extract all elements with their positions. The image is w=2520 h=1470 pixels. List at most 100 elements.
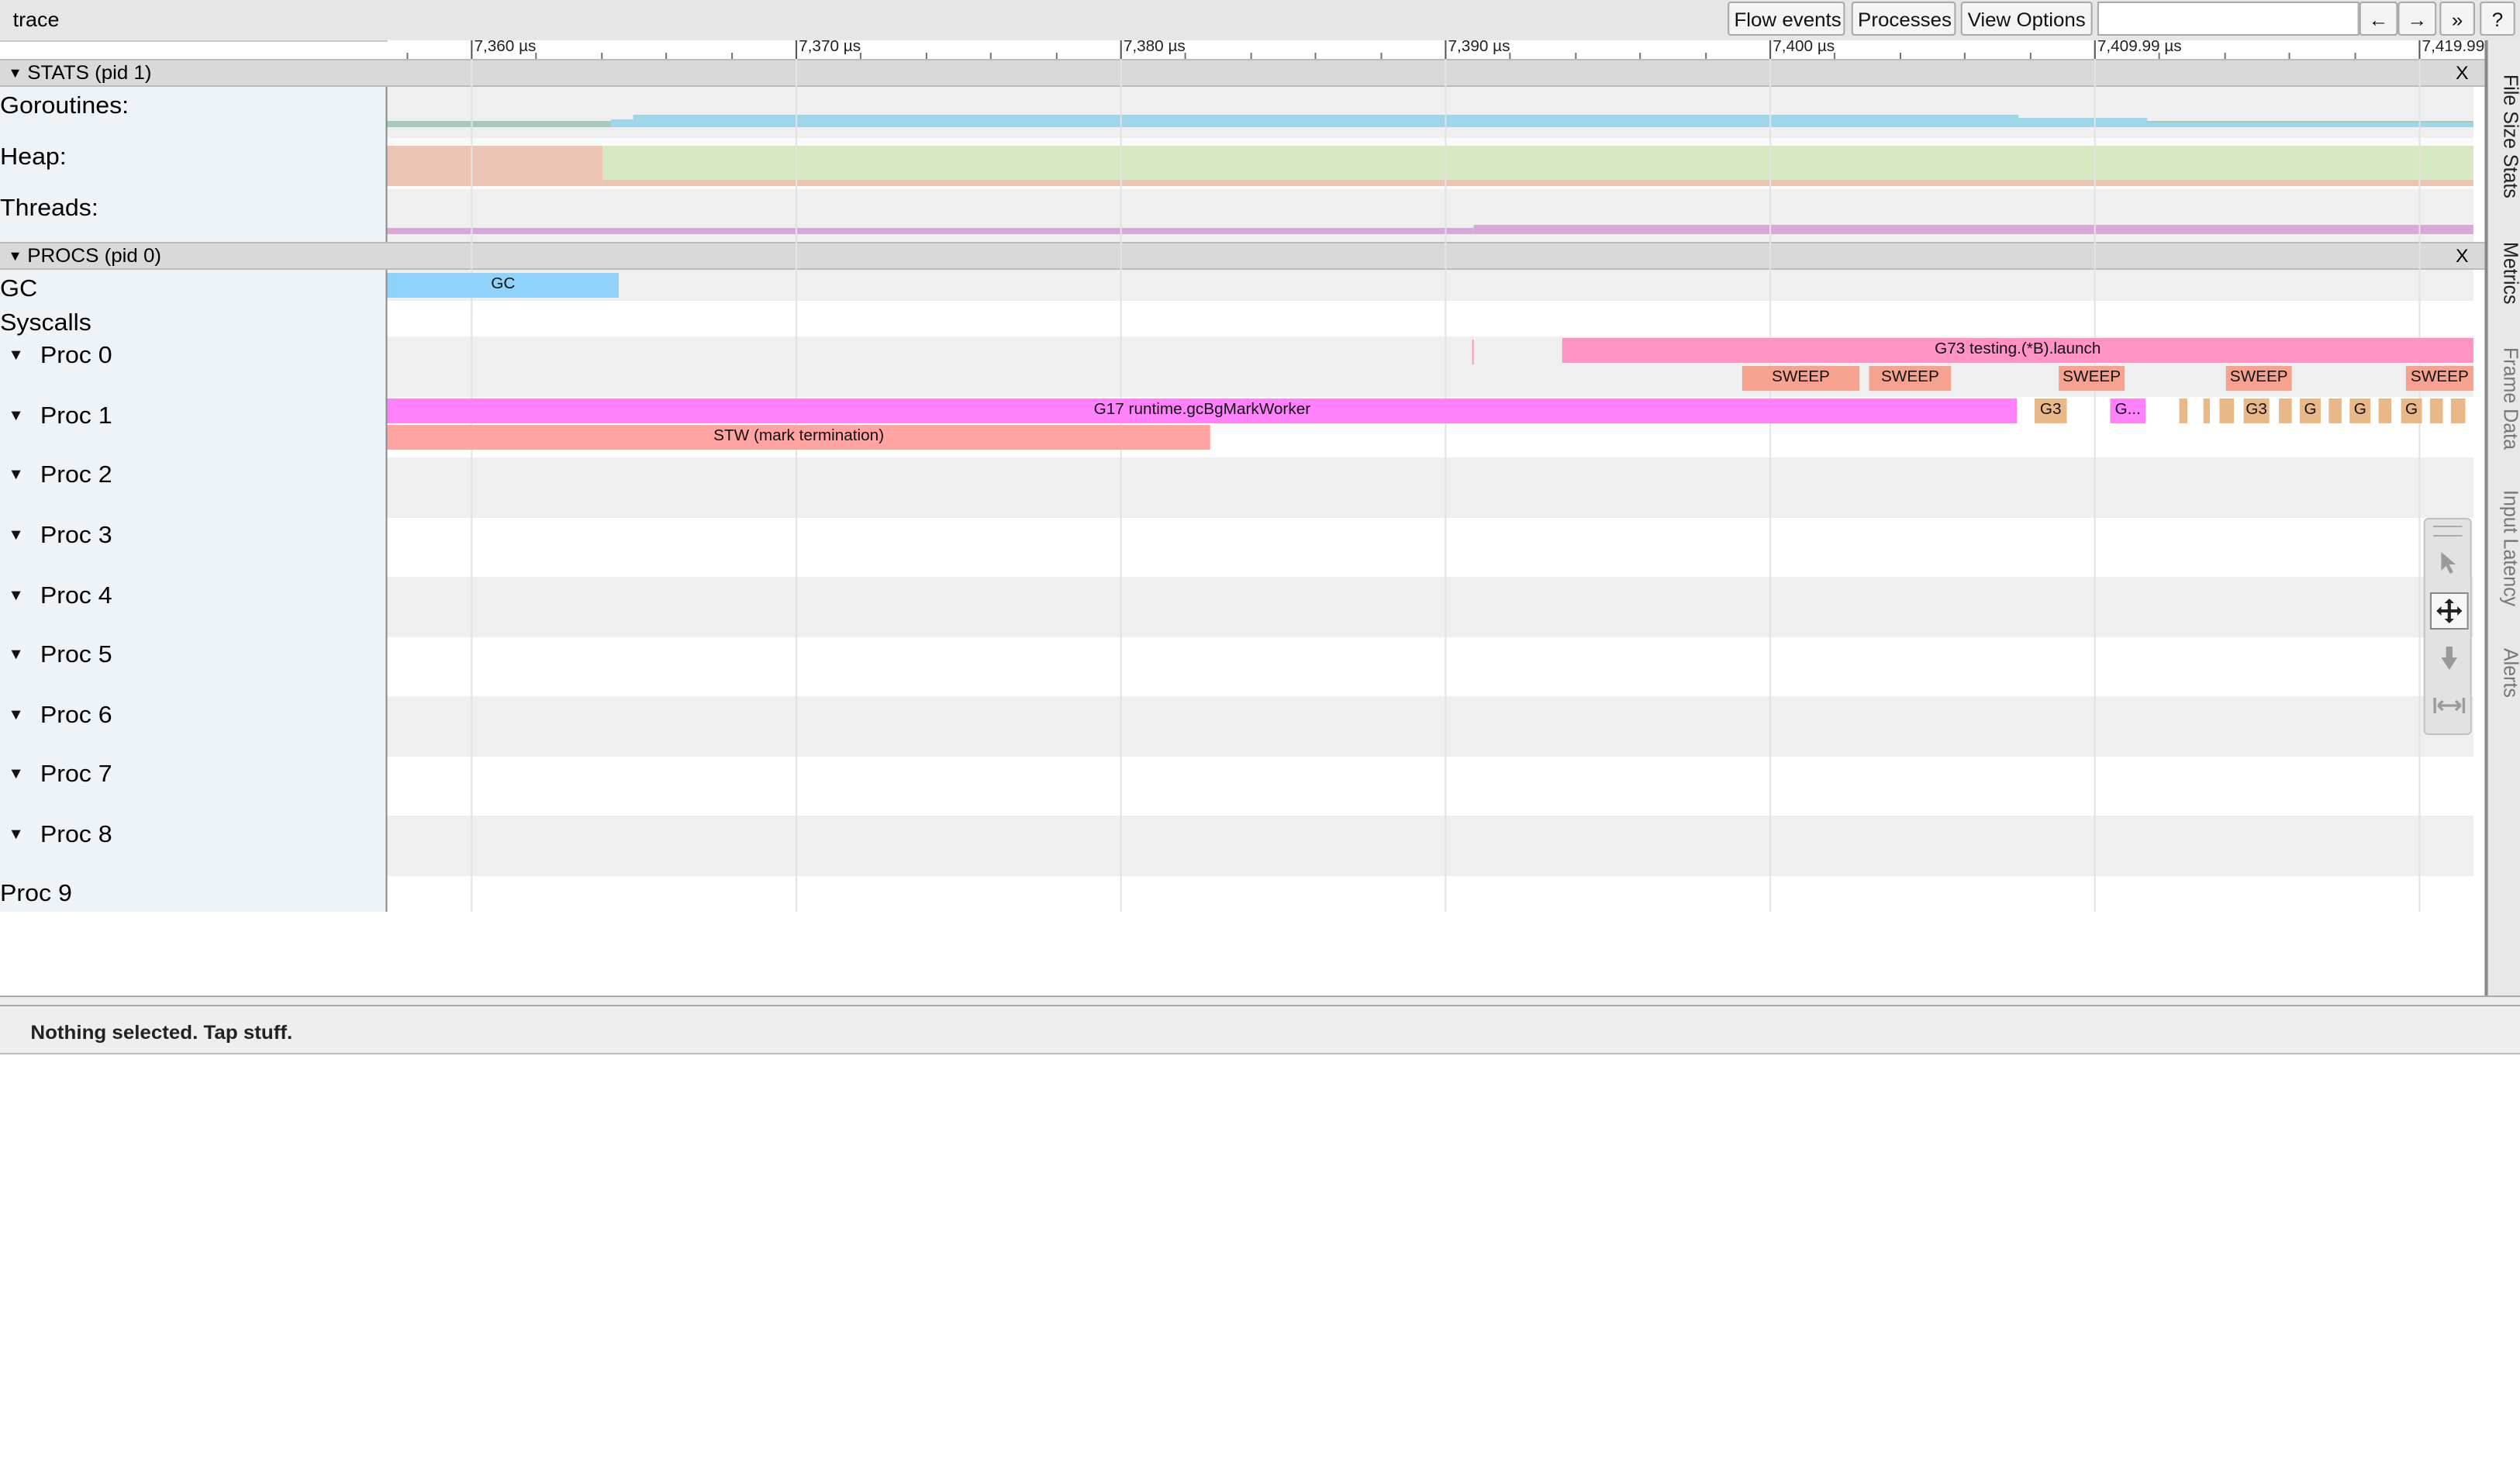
expand-triangle-icon[interactable]: ▼: [8, 527, 24, 544]
sweep-slice[interactable]: SWEEP: [2059, 366, 2125, 391]
grid-line: [1769, 59, 1772, 912]
previous-arrow-icon[interactable]: ←: [2359, 2, 2398, 36]
goroutine-slice[interactable]: G: [2349, 399, 2371, 423]
proc-6-track[interactable]: [387, 696, 2473, 757]
ruler-label: 7,400 µs: [1773, 39, 1835, 56]
pan-icon[interactable]: [2429, 592, 2469, 630]
proc-4-track[interactable]: [387, 577, 2473, 637]
more-icon[interactable]: »: [2439, 2, 2475, 36]
expand-triangle-icon[interactable]: ▼: [8, 347, 24, 364]
panel-resize-divider[interactable]: [0, 996, 2520, 1006]
procs-process-header[interactable]: ▼ PROCS (pid 0) X: [0, 242, 2485, 270]
zoom-icon[interactable]: [2430, 640, 2469, 678]
track-label-heap: Heap:: [0, 144, 67, 171]
g3-slice[interactable]: G3: [2035, 399, 2067, 423]
proc-3-track[interactable]: [387, 518, 2473, 577]
track-label-proc-5: Proc 5: [40, 642, 112, 668]
ruler-tick: [1120, 40, 1122, 59]
proc-0-tiny-slice[interactable]: [1472, 340, 1474, 364]
expand-triangle-icon[interactable]: ▼: [8, 408, 24, 425]
ruler-minor-tick: [1705, 53, 1707, 59]
stats-label-column: Goroutines: Heap: Threads:: [0, 87, 388, 242]
syscalls-track[interactable]: [387, 301, 2473, 336]
drag-handle[interactable]: [2433, 526, 2463, 537]
sweep-slice[interactable]: SWEEP: [1869, 366, 1952, 391]
goroutine-slice[interactable]: [2328, 399, 2342, 423]
threads-area: [1473, 225, 2473, 234]
heap-used-area: [602, 146, 2473, 180]
goroutine-slice[interactable]: [2450, 399, 2466, 423]
expand-triangle-icon[interactable]: ▼: [8, 588, 24, 605]
search-input[interactable]: [2097, 2, 2359, 36]
collapse-triangle-icon[interactable]: ▼: [8, 243, 22, 268]
goroutine-slice[interactable]: [2378, 399, 2392, 423]
gc-slice[interactable]: GC: [387, 273, 619, 298]
g17-slice[interactable]: G17 runtime.gcBgMarkWorker: [387, 399, 2018, 423]
ruler-minor-tick: [1899, 53, 1902, 59]
timing-icon[interactable]: [2430, 687, 2469, 724]
expand-triangle-icon[interactable]: ▼: [8, 467, 24, 484]
side-tab-alerts[interactable]: Alerts: [2499, 648, 2520, 698]
ruler-tick: [2418, 40, 2421, 59]
side-tab-frame-data[interactable]: Frame Data: [2499, 347, 2520, 450]
goroutine-slice[interactable]: [2219, 399, 2235, 423]
flow-events-button[interactable]: Flow events: [1728, 2, 1845, 36]
ruler-minor-tick: [2288, 53, 2290, 59]
goroutine-slice[interactable]: [2179, 399, 2187, 423]
ruler-label: 7,419.99: [2422, 39, 2485, 56]
goroutines-running-area: [2018, 118, 2148, 127]
expand-triangle-icon[interactable]: ▼: [8, 647, 24, 664]
goroutine-slice[interactable]: G...: [2110, 399, 2146, 423]
goroutines-track[interactable]: [387, 87, 2473, 138]
proc-8-track[interactable]: [387, 816, 2473, 876]
proc-9-track[interactable]: [387, 876, 2473, 912]
goroutine-slice[interactable]: G: [2401, 399, 2422, 423]
goroutine-slice[interactable]: G: [2300, 399, 2321, 423]
sweep-slice[interactable]: SWEEP: [2225, 366, 2292, 391]
ruler-minor-tick: [2158, 53, 2160, 59]
goroutines-running-area: [633, 115, 2019, 127]
proc-5-track[interactable]: [387, 637, 2473, 696]
goroutine-slice[interactable]: [2429, 399, 2443, 423]
g73-slice[interactable]: G73 testing.(*B).launch: [1562, 338, 2473, 363]
side-tab-file-size-stats[interactable]: File Size Stats: [2499, 74, 2520, 198]
sweep-slice[interactable]: SWEEP: [2405, 366, 2473, 391]
ruler-label: 7,409.99 µs: [2097, 39, 2182, 56]
track-label-goroutines: Goroutines:: [0, 93, 129, 119]
close-icon[interactable]: X: [2456, 60, 2469, 85]
processes-button[interactable]: Processes: [1851, 2, 1956, 36]
expand-triangle-icon[interactable]: ▼: [8, 766, 24, 783]
sweep-slice[interactable]: SWEEP: [1742, 366, 1860, 391]
stw-slice[interactable]: STW (mark termination): [387, 425, 1210, 450]
grid-line: [795, 59, 798, 912]
side-tab-metrics[interactable]: Metrics: [2499, 242, 2520, 305]
proc-2-track[interactable]: [387, 457, 2473, 518]
threads-track[interactable]: [387, 189, 2473, 242]
ruler-minor-tick: [2224, 53, 2226, 59]
heap-allocated-area: [387, 146, 603, 186]
stats-process-header[interactable]: ▼ STATS (pid 1) X: [0, 59, 2485, 87]
threads-area: [387, 228, 1474, 234]
grid-line: [1120, 59, 1122, 912]
ruler-minor-tick: [1575, 53, 1577, 59]
heap-track[interactable]: [387, 138, 2473, 189]
g3-slice[interactable]: G3: [2243, 399, 2270, 423]
help-button[interactable]: ?: [2480, 2, 2515, 36]
goroutine-slice[interactable]: [2203, 399, 2210, 423]
side-tab-input-latency[interactable]: Input Latency: [2499, 490, 2520, 606]
close-icon[interactable]: X: [2456, 243, 2469, 268]
view-options-button[interactable]: View Options: [1960, 2, 2093, 36]
next-arrow-icon[interactable]: →: [2397, 2, 2437, 36]
collapse-triangle-icon[interactable]: ▼: [8, 60, 22, 85]
select-icon[interactable]: [2430, 544, 2469, 581]
time-ruler[interactable]: 7,360 µs 7,370 µs 7,380 µs 7,390 µs 7,40…: [387, 39, 2485, 60]
track-label-proc-6: Proc 6: [40, 702, 112, 729]
grid-line: [1445, 59, 1447, 912]
proc-7-track[interactable]: [387, 757, 2473, 816]
ruler-minor-tick: [859, 53, 861, 59]
ruler-minor-tick: [1250, 53, 1252, 59]
gc-track[interactable]: [387, 270, 2473, 301]
expand-triangle-icon[interactable]: ▼: [8, 707, 24, 724]
goroutine-slice[interactable]: [2279, 399, 2292, 423]
expand-triangle-icon[interactable]: ▼: [8, 826, 24, 844]
